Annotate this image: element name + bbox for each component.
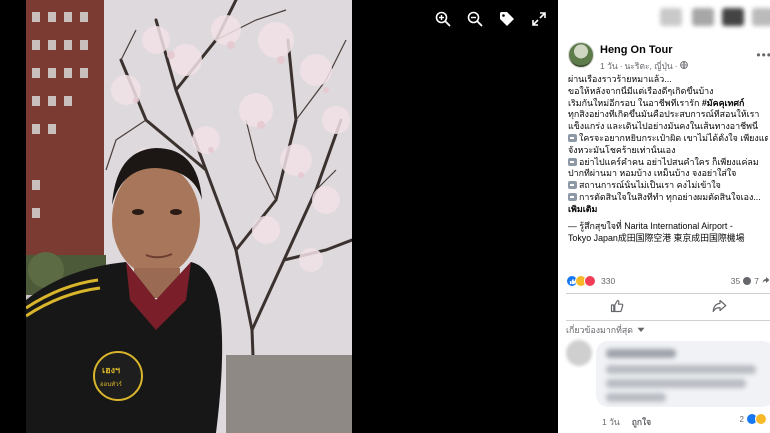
share-count[interactable]: 7 (754, 276, 759, 286)
arrow-emoji-icon (568, 157, 577, 166)
viewer-toolbar (434, 10, 548, 28)
divider (566, 293, 770, 294)
location-link[interactable]: Tokyo Japan成田国際空港 東京成田国際機場 (568, 233, 745, 243)
post-line: สถานการณ์นั้นไม่เป็นเรา คงไม่เข้าใจ (568, 180, 768, 192)
post-line-text: ใครจะอยากหยิบกระเป๋าผิด เขาไม่ได้ตั้งใจ … (579, 132, 768, 143)
post-line: ขอให้หลังจากนี้มีแต่เรื่องดีๆเกิดขึ้นบ้า… (568, 85, 714, 96)
location-link[interactable]: Narita International Airport - (624, 221, 733, 231)
post-actions (566, 296, 770, 320)
arrow-emoji-icon (568, 181, 577, 190)
post-photo: เฮงฯ ออนทัวร์ (26, 0, 352, 433)
comment-reactions[interactable]: 2 (739, 413, 767, 425)
post-line: ใครจะอยากหยิบกระเป๋าผิด เขาไม่ได้ตั้งใจ … (568, 133, 768, 145)
comment-sort-dropdown[interactable]: เกี่ยวข้องมากที่สุด (566, 323, 645, 337)
love-reaction-icon (584, 275, 596, 287)
post-line-text: การตัดสินใจในสิ่งที่ทำ ทุกอย่างผมตัดสินใ… (579, 191, 761, 202)
post-line: แข็งแกร่ง และเดินไปอย่างมั่นคงในเส้นทางอ… (568, 121, 759, 132)
svg-text:เฮงฯ: เฮงฯ (102, 366, 120, 376)
post-line-text: เริ่มกันใหม่อีกรอบ ในอาชีพที่เรารัก (568, 97, 700, 108)
author-name[interactable]: Heng On Tour (600, 44, 673, 56)
like-icon (610, 299, 624, 318)
post-line: ผ่านเรื่องราวร้ายหมาแล้ว... (568, 74, 672, 84)
post-header: Heng On Tour 1 วัน · นะริตะ, ญี่ปุ่น · •… (568, 42, 770, 72)
comment-bubble (596, 341, 770, 407)
svg-text:ออนทัวร์: ออนทัวร์ (100, 380, 123, 388)
meta-separator: · (674, 61, 678, 71)
photo-viewer: เฮงฯ ออนทัวร์ (0, 0, 558, 433)
share-icon (712, 299, 727, 318)
comment-time[interactable]: 1 วัน (602, 415, 620, 429)
check-in: — รู้สึกสุขใจที่ Narita International Ai… (568, 220, 768, 244)
post-line: จังหวะมันโชคร้ายเท่านั้นเอง (568, 144, 676, 155)
blurred-nav-item[interactable] (722, 8, 744, 26)
globe-icon (679, 61, 688, 71)
blurred-comment-text (606, 393, 666, 402)
comment-bubble-icon (743, 277, 752, 285)
commenter-avatar[interactable] (566, 340, 592, 366)
post-line-text: สถานการณ์นั้นไม่เป็นเรา คงไม่เข้าใจ (579, 180, 721, 191)
divider (566, 320, 770, 321)
post-panel: Heng On Tour 1 วัน · นะริตะ, ญี่ปุ่น · •… (558, 0, 770, 433)
post-line: การตัดสินใจในสิ่งที่ทำ ทุกอย่างผมตัดสินใ… (568, 192, 768, 204)
post-line: ทุกสิ่งอย่างที่เกิดขึ้นมันคือประสบการณ์ท… (568, 109, 760, 120)
blurred-nav-item[interactable] (660, 8, 682, 26)
hashtag-link[interactable]: #มัคคุเทศก์ (702, 98, 745, 108)
reaction-summary: 330 35 7 (566, 274, 770, 288)
reaction-icons[interactable] (566, 275, 596, 287)
reaction-count[interactable]: 330 (601, 276, 615, 286)
post-line: ปากที่ผ่านมา หอมบ้าง เหม็นบ้าง จงอย่าใส่… (568, 168, 737, 179)
comment-reaction-count: 2 (739, 414, 744, 424)
post-meta: 1 วัน · นะริตะ, ญี่ปุ่น · (600, 59, 688, 73)
post-line-text: อย่าไปแคร์คำคน อย่าไปสนคำใคร ก็เพียงแค่ล… (579, 156, 759, 167)
haha-reaction-icon (755, 413, 767, 425)
arrow-emoji-icon (568, 133, 577, 142)
zoom-in-icon[interactable] (434, 10, 452, 28)
top-bar (558, 0, 770, 34)
fullscreen-icon[interactable] (530, 10, 548, 28)
more-options-icon[interactable]: ••• (756, 48, 770, 62)
post-line: เริ่มกันใหม่อีกรอบ ในอาชีพที่เรารัก #มัค… (568, 98, 768, 110)
tag-icon[interactable] (498, 10, 516, 28)
comment-sort-label: เกี่ยวข้องมากที่สุด (566, 325, 633, 335)
blurred-nav-item[interactable] (752, 8, 770, 26)
like-button[interactable] (597, 298, 637, 318)
share-button[interactable] (699, 298, 739, 318)
post-line: อย่าไปแคร์คำคน อย่าไปสนคำใคร ก็เพียงแค่ล… (568, 157, 768, 169)
post-time[interactable]: 1 วัน (600, 59, 618, 73)
check-in-prefix: — รู้สึกสุขใจที่ (568, 220, 622, 231)
comment-like-button[interactable]: ถูกใจ (632, 415, 651, 429)
chevron-down-icon (637, 325, 645, 335)
post-place[interactable]: นะริตะ, ญี่ปุ่น (625, 59, 673, 73)
zoom-out-icon[interactable] (466, 10, 484, 28)
share-small-icon (762, 276, 770, 286)
comment-meta: 1 วัน ถูกใจ (602, 415, 651, 429)
see-more-link[interactable]: เพิ่มเติม (568, 204, 768, 216)
arrow-emoji-icon (568, 192, 577, 201)
meta-separator: · (619, 61, 623, 71)
avatar[interactable] (568, 42, 594, 68)
blurred-comment-text (606, 365, 756, 374)
blurred-nav-item[interactable] (692, 8, 714, 26)
blurred-comment-text (606, 379, 746, 388)
comment-count[interactable]: 35 (731, 276, 740, 286)
post-text: ผ่านเรื่องราวร้ายหมาแล้ว... ขอให้หลังจาก… (568, 74, 768, 244)
blurred-commenter-name (606, 349, 676, 358)
photo-scene: เฮงฯ ออนทัวร์ (26, 0, 352, 433)
engagement-counts: 35 7 (731, 276, 770, 286)
